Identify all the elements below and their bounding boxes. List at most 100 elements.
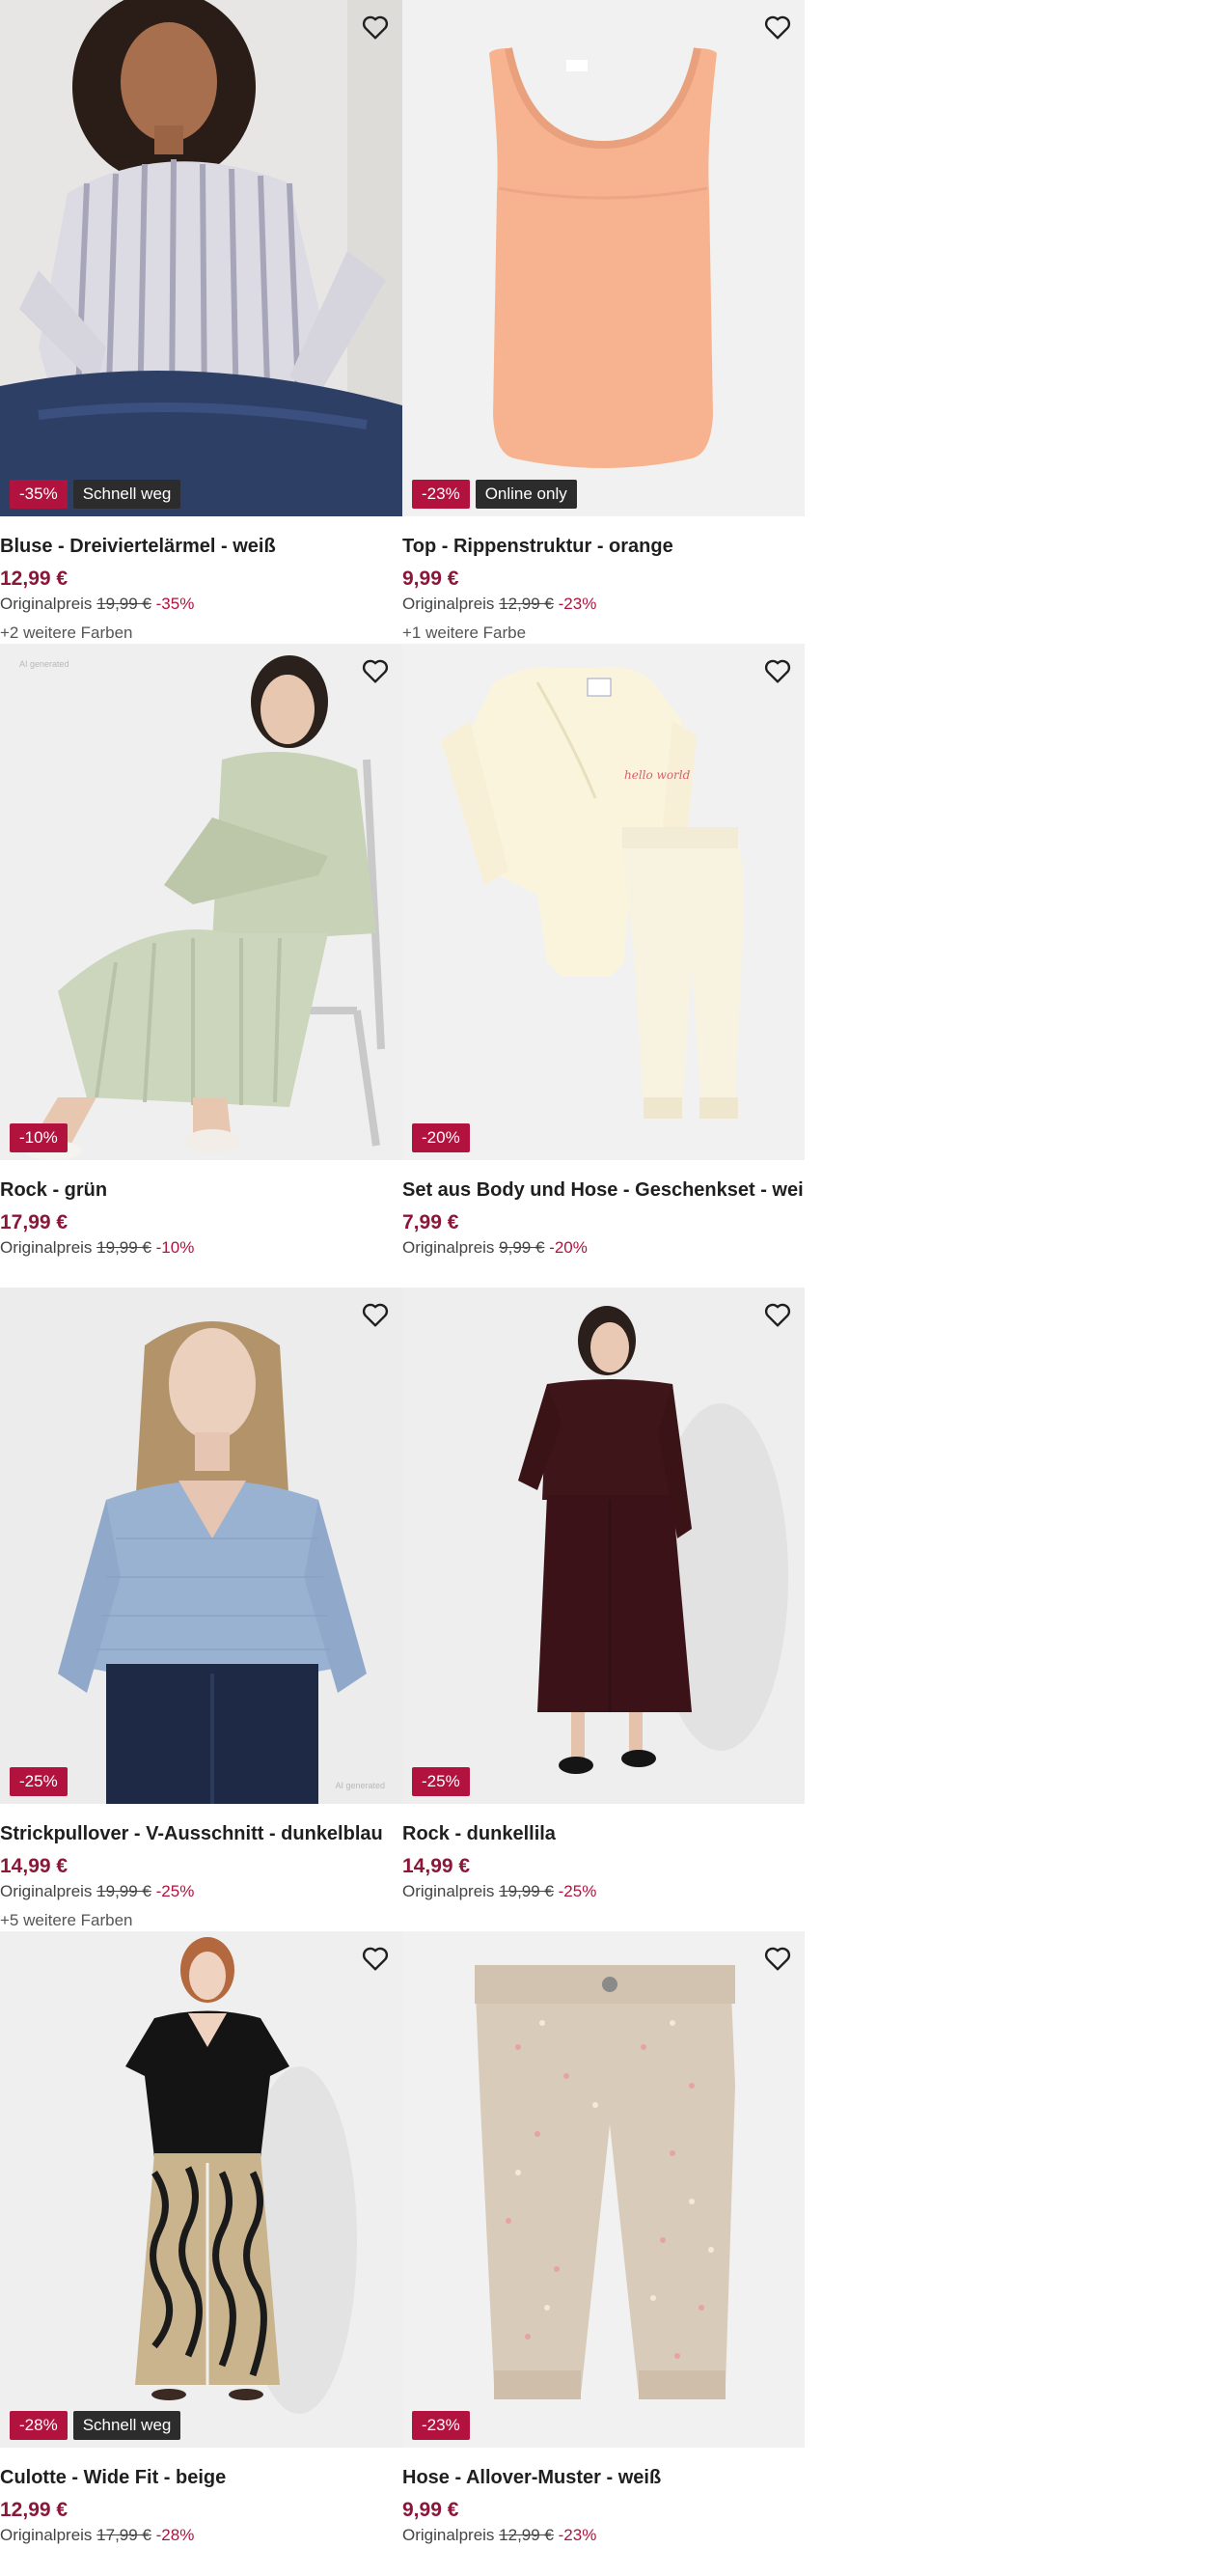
product-photo bbox=[0, 1931, 402, 2448]
original-price-label: Originalpreis bbox=[0, 595, 93, 613]
product-image[interactable]: hello world -20% bbox=[402, 644, 805, 1160]
product-card[interactable]: -25% Rock - dunkellila 14,99 € Originalp… bbox=[402, 1288, 805, 1931]
sale-price: 9,99 € bbox=[402, 568, 459, 590]
more-colors[interactable]: +2 weitere Farben bbox=[0, 623, 402, 644]
original-price: 17,99 € bbox=[96, 2526, 151, 2544]
discount-badge: -25% bbox=[10, 1767, 68, 1796]
favorite-button[interactable] bbox=[358, 1297, 393, 1332]
product-card[interactable]: AI generated -10% Rock - grün 17,99 € Or… bbox=[0, 644, 402, 1288]
product-info: Rock - grün 17,99 € Originalpreis 19,99 … bbox=[0, 1160, 402, 1259]
product-info: Strickpullover - V-Ausschnitt - dunkelbl… bbox=[0, 1804, 402, 1931]
product-image[interactable]: -23% bbox=[402, 1931, 805, 2448]
favorite-button[interactable] bbox=[358, 653, 393, 688]
original-price-label: Originalpreis bbox=[0, 1238, 93, 1257]
product-info: Bluse - Dreiviertelärmel - weiß 12,99 € … bbox=[0, 516, 402, 644]
heart-outline-icon bbox=[362, 1303, 389, 1327]
badge-group: -10% bbox=[10, 1123, 68, 1152]
discount-percent: -25% bbox=[155, 1882, 195, 1900]
discount-percent: -25% bbox=[558, 1882, 597, 1900]
product-image[interactable]: -25% bbox=[402, 1288, 805, 1804]
original-price-label: Originalpreis bbox=[402, 595, 495, 613]
product-info: Rock - dunkellila 14,99 € Originalpreis … bbox=[402, 1804, 805, 1902]
product-photo bbox=[0, 0, 402, 516]
product-title[interactable]: Bluse - Dreiviertelärmel - weiß bbox=[0, 534, 402, 559]
product-card[interactable]: hello world -20% Set aus Body und Hose -… bbox=[402, 644, 805, 1288]
discount-percent: -23% bbox=[558, 595, 597, 613]
heart-outline-icon bbox=[362, 1947, 389, 1971]
heart-outline-icon bbox=[764, 15, 791, 40]
product-title[interactable]: Rock - dunkellila bbox=[402, 1821, 805, 1846]
product-title[interactable]: Top - Rippenstruktur - orange bbox=[402, 534, 805, 559]
product-photo: hello world bbox=[402, 644, 805, 1160]
favorite-button[interactable] bbox=[760, 1297, 795, 1332]
original-price-label: Originalpreis bbox=[0, 1882, 93, 1900]
flag-badge: Schnell weg bbox=[72, 2411, 181, 2440]
badge-group: -25% bbox=[10, 1767, 68, 1796]
badge-group: -28% Schnell weg bbox=[10, 2411, 181, 2440]
original-price: 19,99 € bbox=[96, 1238, 151, 1257]
more-colors[interactable]: +1 weitere Farbe bbox=[402, 623, 805, 644]
discount-percent: -23% bbox=[558, 2526, 597, 2544]
product-title[interactable]: Culotte - Wide Fit - beige bbox=[0, 2465, 402, 2490]
product-image[interactable]: -35% Schnell weg bbox=[0, 0, 402, 516]
discount-badge: -35% bbox=[10, 480, 68, 509]
original-price: 19,99 € bbox=[499, 1882, 554, 1900]
more-colors[interactable]: +5 weitere Farben bbox=[0, 1910, 402, 1931]
discount-percent: -35% bbox=[155, 595, 195, 613]
original-price-label: Originalpreis bbox=[0, 2526, 93, 2544]
sale-price: 14,99 € bbox=[402, 1855, 471, 1877]
product-image[interactable]: -28% Schnell weg bbox=[0, 1931, 402, 2448]
product-photo bbox=[402, 1288, 805, 1804]
sale-price: 9,99 € bbox=[402, 2499, 459, 2521]
original-price: 9,99 € bbox=[499, 1238, 545, 1257]
original-price-label: Originalpreis bbox=[402, 1882, 495, 1900]
product-info: Hose - Allover-Muster - weiß 9,99 € Orig… bbox=[402, 2448, 805, 2546]
product-card[interactable]: -23% Hose - Allover-Muster - weiß 9,99 €… bbox=[402, 1931, 805, 2575]
original-price-line: Originalpreis 19,99 € -25% bbox=[0, 1881, 402, 1902]
original-price: 12,99 € bbox=[499, 595, 554, 613]
original-price: 12,99 € bbox=[499, 2526, 554, 2544]
sale-price: 14,99 € bbox=[0, 1855, 69, 1877]
product-image[interactable]: AI generated -25% bbox=[0, 1288, 402, 1804]
favorite-button[interactable] bbox=[358, 10, 393, 44]
heart-outline-icon bbox=[362, 15, 389, 40]
product-image[interactable]: -23% Online only bbox=[402, 0, 805, 516]
product-photo bbox=[0, 644, 402, 1160]
favorite-button[interactable] bbox=[760, 653, 795, 688]
product-title[interactable]: Rock - grün bbox=[0, 1177, 402, 1203]
badge-group: -25% bbox=[412, 1767, 470, 1796]
badge-group: -20% bbox=[412, 1123, 470, 1152]
original-price-line: Originalpreis 19,99 € -10% bbox=[0, 1237, 402, 1259]
product-card[interactable]: -28% Schnell weg Culotte - Wide Fit - be… bbox=[0, 1931, 402, 2575]
flag-badge: Schnell weg bbox=[72, 480, 181, 509]
product-info: Set aus Body und Hose - Geschenkset - we… bbox=[402, 1160, 805, 1259]
favorite-button[interactable] bbox=[760, 1941, 795, 1976]
discount-percent: -10% bbox=[155, 1238, 195, 1257]
product-title[interactable]: Hose - Allover-Muster - weiß bbox=[402, 2465, 805, 2490]
discount-badge: -20% bbox=[412, 1123, 470, 1152]
discount-badge: -23% bbox=[412, 2411, 470, 2440]
discount-badge: -25% bbox=[412, 1767, 470, 1796]
product-card[interactable]: AI generated -25% Strickpullover - V-Aus… bbox=[0, 1288, 402, 1931]
product-card[interactable]: -23% Online only Top - Rippenstruktur - … bbox=[402, 0, 805, 644]
sale-price: 12,99 € bbox=[0, 2499, 69, 2521]
product-title[interactable]: Strickpullover - V-Ausschnitt - dunkelbl… bbox=[0, 1821, 402, 1846]
product-title[interactable]: Set aus Body und Hose - Geschenkset - we… bbox=[402, 1177, 805, 1203]
discount-percent: -28% bbox=[155, 2526, 195, 2544]
svg-text:hello world: hello world bbox=[624, 768, 691, 782]
ai-generated-label: AI generated bbox=[19, 659, 69, 669]
original-price-line: Originalpreis 12,99 € -23% bbox=[402, 2525, 805, 2546]
original-price-label: Originalpreis bbox=[402, 1238, 495, 1257]
product-info: Top - Rippenstruktur - orange 9,99 € Ori… bbox=[402, 516, 805, 644]
product-grid: -35% Schnell weg Bluse - Dreiviertelärme… bbox=[0, 0, 805, 2575]
ai-generated-label: AI generated bbox=[335, 1781, 385, 1790]
favorite-button[interactable] bbox=[760, 10, 795, 44]
discount-badge: -28% bbox=[10, 2411, 68, 2440]
product-info: Culotte - Wide Fit - beige 12,99 € Origi… bbox=[0, 2448, 402, 2546]
flag-badge: Online only bbox=[475, 480, 577, 509]
favorite-button[interactable] bbox=[358, 1941, 393, 1976]
original-price-line: Originalpreis 17,99 € -28% bbox=[0, 2525, 402, 2546]
product-image[interactable]: AI generated -10% bbox=[0, 644, 402, 1160]
product-card[interactable]: -35% Schnell weg Bluse - Dreiviertelärme… bbox=[0, 0, 402, 644]
badge-group: -23% bbox=[412, 2411, 470, 2440]
